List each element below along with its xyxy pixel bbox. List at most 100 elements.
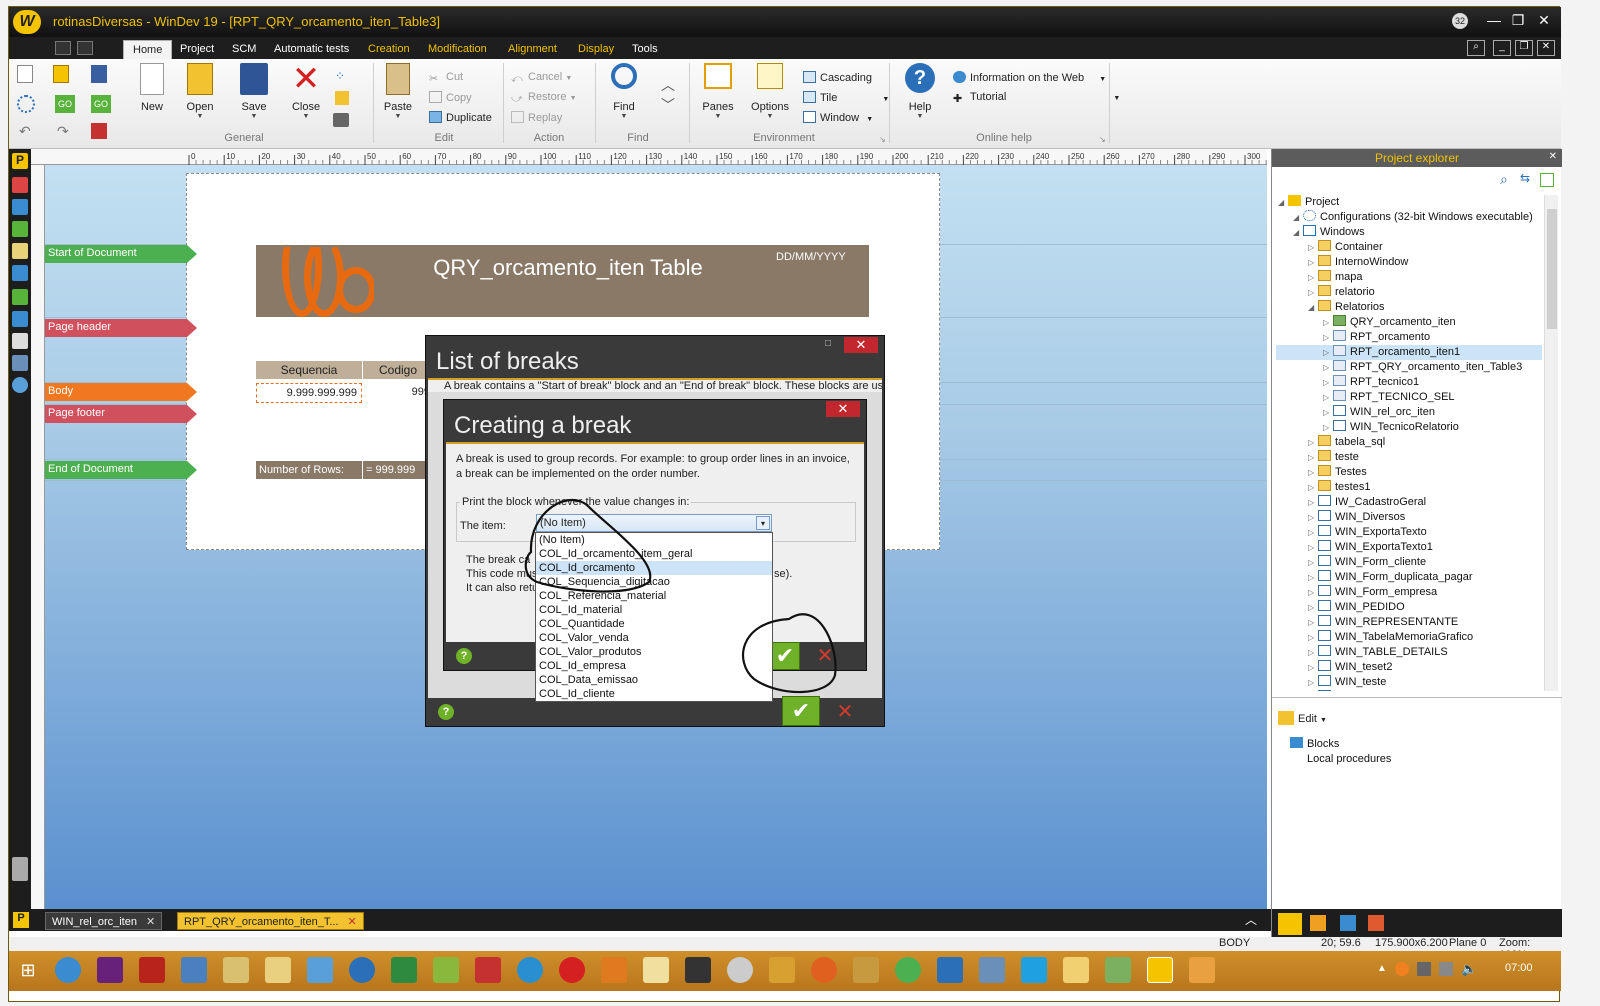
tree-item[interactable]: ▷ WIN_teset2 [1276,660,1542,675]
expand-toggle-icon[interactable]: ▷ [1323,375,1333,390]
tray-arrow-icon[interactable]: ▲ [1377,963,1387,974]
app-icon[interactable] [223,957,249,983]
edit-menu[interactable]: Edit ▼ [1278,711,1327,725]
tree-item[interactable]: ▷ Container [1276,240,1542,255]
project-tree[interactable]: ◢ Project ◢ Configurations (32-bit Windows … [1276,195,1542,691]
tree-item[interactable]: ▷ RPT_TECNICO_SEL [1276,390,1542,405]
app-icon[interactable] [1105,957,1131,983]
tree-item[interactable]: ▷ RPT_QRY_orcamento_iten_Table3 [1276,360,1542,375]
project-icon[interactable]: P [13,912,29,928]
blocks-item[interactable]: Blocks [1290,737,1339,752]
explorer-icon[interactable] [1063,957,1089,983]
expand-toggle-icon[interactable]: ◢ [1293,210,1303,225]
app-icon[interactable] [769,957,795,983]
expand-toggle-icon[interactable]: ◢ [1278,195,1288,210]
app-icon[interactable] [475,957,501,983]
project-explorer-tab-icon[interactable] [1278,913,1302,935]
clock[interactable]: 07:00 [1505,962,1533,974]
chevron-up-icon[interactable]: ︿ [1245,911,1257,928]
tree-item[interactable]: ▷ tabela_sql [1276,435,1542,450]
expand-toggle-icon[interactable]: ▷ [1308,540,1318,555]
tree-item[interactable]: ◢ Windows [1276,225,1542,240]
chrome-icon[interactable] [895,957,921,983]
app-icon[interactable] [643,957,669,983]
tree-item[interactable]: ▷ IW_CadastroGeral [1276,495,1542,510]
expand-toggle-icon[interactable]: ▷ [1308,240,1318,255]
expand-toggle-icon[interactable]: ▷ [1323,390,1333,405]
expand-toggle-icon[interactable]: ▷ [1308,285,1318,300]
tree-item[interactable]: ▷ WIN_Form_cliente [1276,555,1542,570]
close-tab-icon[interactable]: ✕ [348,916,357,928]
tree-item[interactable]: ▷ WIN_TABLE_DETAILS [1276,645,1542,660]
volume-icon[interactable]: 🔈 [1461,961,1477,977]
expand-toggle-icon[interactable]: ▷ [1323,405,1333,420]
tree-item[interactable]: ▷ WIN_Form_duplicata_pagar [1276,570,1542,585]
tree-item[interactable]: ▷ WIN_ExportaTexto1 [1276,540,1542,555]
tree-item[interactable]: ▷ teste [1276,450,1542,465]
app-icon[interactable] [433,957,459,983]
monitor-icon[interactable] [1340,915,1356,931]
filezilla-icon[interactable] [139,957,165,983]
expand-toggle-icon[interactable]: ▷ [1308,450,1318,465]
app-icon[interactable] [349,957,375,983]
expand-toggle-icon[interactable]: ▷ [1308,525,1318,540]
app-icon[interactable] [181,957,207,983]
tree-scrollbar[interactable] [1544,195,1558,691]
check-icon[interactable] [1540,173,1554,187]
app-icon[interactable] [517,957,543,983]
expand-toggle-icon[interactable]: ▷ [1308,555,1318,570]
expand-toggle-icon[interactable]: ▷ [1308,570,1318,585]
expand-toggle-icon[interactable]: ▷ [1308,615,1318,630]
app-icon[interactable] [727,957,753,983]
local-procedures-item[interactable]: Local procedures [1290,752,1391,767]
tree-item[interactable]: ▷ WIN_rel_orc_iten [1276,405,1542,420]
expand-toggle-icon[interactable]: ▷ [1323,345,1333,360]
network-icon[interactable] [1439,962,1453,976]
tree-item[interactable]: ▷ WIN_teste [1276,675,1542,690]
expand-toggle-icon[interactable]: ▷ [1308,480,1318,495]
tree-item[interactable]: ◢ Relatorios [1276,300,1542,315]
tree-item[interactable]: ▷ WIN_PEDIDO [1276,600,1542,615]
tree-item[interactable]: ▷ RPT_orcamento_iten1 [1276,345,1542,360]
doc-tab-win-rel-orc-iten[interactable]: WIN_rel_orc_iten ✕ [45,912,163,930]
tray-icon[interactable] [1395,962,1409,976]
tree-item[interactable]: ▷ Testes [1276,465,1542,480]
app-icon[interactable] [391,957,417,983]
app-icon[interactable] [265,957,291,983]
tree-item[interactable]: ▷ mapa [1276,270,1542,285]
lightning-icon[interactable] [1310,915,1326,931]
app-icon[interactable] [937,957,963,983]
search-icon[interactable]: ⌕ [1500,171,1508,188]
tree-item[interactable]: ▷WIN_testeee [1276,690,1542,691]
close-tab-icon[interactable]: ✕ [146,916,155,928]
expand-toggle-icon[interactable]: ▷ [1323,360,1333,375]
sync-icon[interactable]: ⇆ [1520,171,1530,185]
tree-item[interactable]: ▷ relatorio [1276,285,1542,300]
tree-item[interactable]: ▷ WIN_Form_empresa [1276,585,1542,600]
expand-toggle-icon[interactable]: ▷ [1308,675,1318,690]
tree-item[interactable]: ▷ QRY_orcamento_iten [1276,315,1542,330]
expand-toggle-icon[interactable]: ▷ [1308,690,1318,691]
expand-toggle-icon[interactable]: ◢ [1308,300,1318,315]
expand-toggle-icon[interactable]: ◢ [1293,225,1303,240]
bug-icon[interactable] [1368,915,1384,931]
tree-item[interactable]: ◢ Configurations (32-bit Windows executab… [1276,210,1542,225]
expand-toggle-icon[interactable]: ▷ [1323,420,1333,435]
expand-toggle-icon[interactable]: ▷ [1308,600,1318,615]
app-icon[interactable] [307,957,333,983]
expand-toggle-icon[interactable]: ▷ [1308,645,1318,660]
tree-item[interactable]: ▷ InternoWindow [1276,255,1542,270]
app-icon[interactable] [853,957,879,983]
tree-item[interactable]: ▷ WIN_TabelaMemoriaGrafico [1276,630,1542,645]
expand-toggle-icon[interactable]: ▷ [1308,585,1318,600]
opera-icon[interactable] [559,957,585,983]
cmd-icon[interactable] [685,957,711,983]
tray-icon[interactable] [1417,962,1431,976]
expand-toggle-icon[interactable]: ▷ [1308,660,1318,675]
tree-item[interactable]: ▷ testes1 [1276,480,1542,495]
expand-toggle-icon[interactable]: ▷ [1323,330,1333,345]
skype-icon[interactable] [1021,957,1047,983]
visual-studio-icon[interactable] [97,957,123,983]
tree-item[interactable]: ▷ WIN_REPRESENTANTE [1276,615,1542,630]
app-icon[interactable] [979,957,1005,983]
